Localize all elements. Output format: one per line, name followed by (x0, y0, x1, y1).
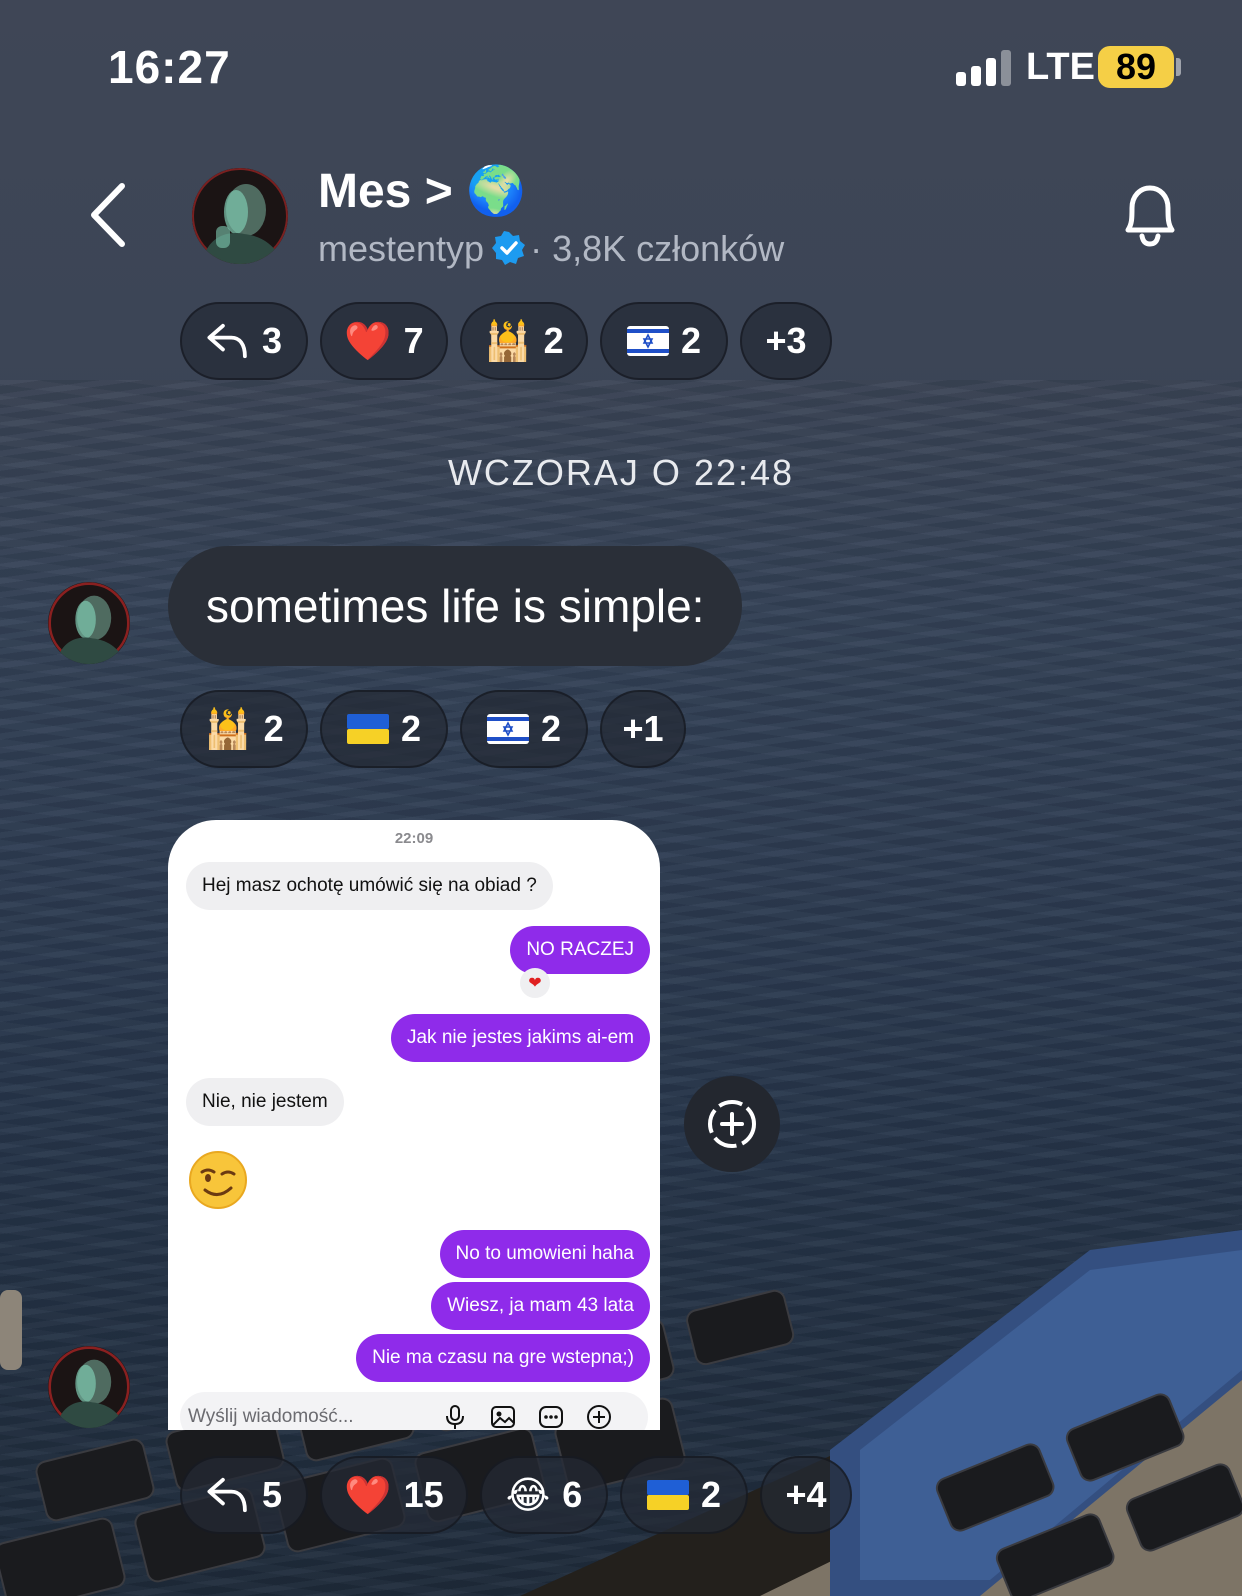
israel-flag-icon (626, 326, 669, 356)
battery-level: 89 (1098, 46, 1174, 88)
ukraine-flag-icon (346, 714, 389, 744)
battery-cap-icon (1176, 58, 1181, 76)
screenshot-bubble-incoming: Nie, nie jestem (186, 1078, 344, 1126)
cellular-signal-icon (956, 48, 1012, 86)
channel-header: Mes > 🌍 mestentyp · 3,8K członków (0, 150, 1242, 280)
composer-placeholder: Wyślij wiadomość... (188, 1406, 354, 1427)
network-type: LTE (1026, 46, 1095, 88)
reply-icon (207, 1477, 247, 1513)
top-reactions-row: 3 ❤️ 7 🕌 2 2 +3 (180, 302, 832, 380)
channel-subtitle: mestentyp · 3,8K członków (318, 228, 784, 270)
member-count: · 3,8K członków (530, 228, 785, 269)
mosque-emoji: 🕌 (204, 707, 252, 751)
more-reactions-pill[interactable]: +3 (740, 302, 832, 380)
reply-count-pill[interactable]: 5 (180, 1456, 308, 1534)
message-reactions-row: 🕌 2 2 2 +1 (180, 690, 686, 768)
reply-icon (207, 323, 247, 359)
screenshot-composer: Wyślij wiadomość... (180, 1392, 648, 1430)
wink-emoji-icon (189, 1151, 247, 1209)
reaction-ukraine-flag-pill[interactable]: 2 (620, 1456, 748, 1534)
mosque-emoji: 🕌 (484, 319, 532, 363)
reaction-israel-flag-pill[interactable]: 2 (460, 690, 588, 768)
add-to-story-button[interactable] (684, 1076, 780, 1172)
screenshot-bubble-incoming: Hej masz ochotę umówić się na obiad ? (186, 862, 553, 910)
screenshot-image[interactable]: 22:09 Hej masz ochotę umówić się na obia… (168, 820, 660, 1430)
reaction-heart-pill[interactable]: ❤️ 7 (320, 302, 448, 380)
screenshot-bubble-outgoing: No to umowieni haha (439, 1230, 650, 1278)
dashed-plus-circle-icon (708, 1100, 756, 1148)
reaction-mosque-pill[interactable]: 🕌 2 (180, 690, 308, 768)
screenshot-time: 22:09 (394, 830, 434, 847)
laughing-emoji: 😂 (505, 1473, 551, 1517)
gallery-icon (491, 1406, 515, 1428)
reaction-count: 6 (562, 1474, 583, 1515)
reaction-count: 2 (540, 708, 562, 749)
channel-handle: mestentyp (318, 228, 485, 269)
verified-badge-icon (492, 231, 526, 265)
more-reactions-pill[interactable]: +1 (600, 690, 686, 768)
ukraine-flag-icon (646, 1480, 689, 1510)
reply-count-pill[interactable]: 3 (180, 302, 308, 380)
channel-title[interactable]: Mes > 🌍 (318, 162, 526, 219)
reaction-count: 15 (403, 1474, 444, 1515)
reaction-count: 7 (403, 320, 424, 361)
reaction-count: 2 (543, 320, 564, 361)
heart-emoji: ❤️ (344, 1473, 392, 1517)
image-reactions-row: 5 ❤️ 15 😂 6 2 +4 (180, 1456, 852, 1534)
plus-circle-icon (587, 1405, 611, 1429)
reaction-count: 2 (263, 708, 284, 749)
microphone-icon (446, 1405, 464, 1429)
notification-bell-icon[interactable] (1116, 180, 1184, 250)
heart-emoji: ❤️ (344, 319, 392, 363)
reaction-count: 2 (700, 1474, 722, 1515)
reaction-count: 2 (680, 320, 702, 361)
reply-count: 5 (261, 1474, 282, 1515)
status-time: 16:27 (108, 41, 231, 93)
more-reactions-count: +1 (622, 708, 664, 749)
screenshot-bubble-outgoing: Wiesz, ja mam 43 lata (431, 1282, 650, 1330)
screenshot-bubble-outgoing: Jak nie jestes jakims ai-em (390, 1014, 650, 1062)
back-chevron-icon[interactable] (80, 180, 140, 250)
reaction-laughing-pill[interactable]: 😂 6 (480, 1456, 608, 1534)
more-reactions-pill[interactable]: +4 (760, 1456, 852, 1534)
status-bar: 16:27 LTE 89 (0, 0, 1242, 130)
date-separator: WCZORAJ O 22:48 (447, 452, 795, 493)
more-reactions-count: +3 (765, 320, 807, 361)
message-bubble[interactable]: sometimes life is simple: (168, 546, 743, 666)
israel-flag-icon (486, 714, 529, 744)
reaction-ukraine-flag-pill[interactable]: 2 (320, 690, 448, 768)
reaction-mosque-pill[interactable]: 🕌 2 (460, 302, 588, 380)
sticker-icon (539, 1406, 563, 1428)
screenshot-heart-reaction: ❤ (520, 968, 550, 998)
sender-avatar[interactable] (48, 582, 130, 664)
reaction-heart-pill[interactable]: ❤️ 15 (320, 1456, 468, 1534)
channel-avatar[interactable] (192, 168, 288, 264)
more-reactions-count: +4 (785, 1474, 827, 1515)
reaction-count: 2 (400, 708, 422, 749)
reaction-israel-flag-pill[interactable]: 2 (600, 302, 728, 380)
screenshot-bubble-outgoing: NO RACZEJ (510, 926, 650, 974)
sender-avatar[interactable] (48, 1346, 130, 1428)
screenshot-bubble-outgoing: Nie ma czasu na gre wstepna;) (356, 1334, 650, 1382)
reply-count: 3 (261, 320, 282, 361)
